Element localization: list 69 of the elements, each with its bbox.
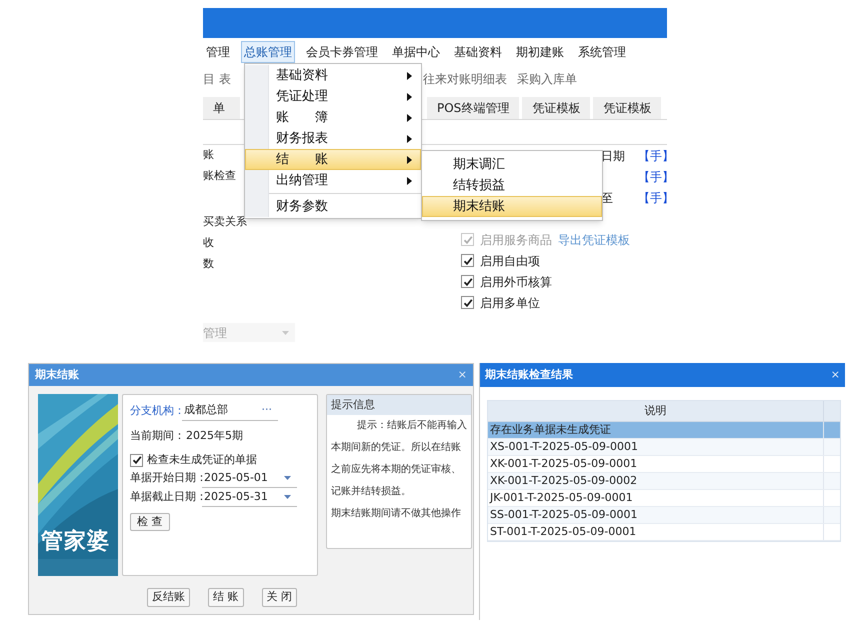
hint-text: 提示：结账后不能再输入本期间新的凭证。所以在结账之前应先将本期的凭证审核、记账并结转损益。: [331, 418, 467, 499]
menu-item[interactable]: 凭证处理: [245, 86, 421, 107]
toolbar-link[interactable]: 往来对账明细表: [423, 70, 507, 88]
checkbox-label: 启用外币核算: [480, 274, 552, 290]
dropdown-caret-icon[interactable]: [284, 495, 291, 499]
submenu-arrow-icon: [407, 114, 412, 122]
manual-link[interactable]: 【手】: [638, 146, 667, 164]
menu-item[interactable]: 期末结账: [422, 196, 602, 217]
checkbox-label: 检查未生成凭证的单据: [147, 452, 257, 468]
checkbox[interactable]: [461, 296, 474, 309]
field-label: 当前期间：: [130, 428, 186, 444]
setting-label: 账: [203, 147, 214, 164]
dropdown-caret-icon[interactable]: [284, 476, 291, 480]
logo-text: 管家婆: [41, 528, 110, 556]
menu-bar-item[interactable]: 总账管理: [241, 41, 295, 63]
toolbar-link[interactable]: 采购入库单: [517, 70, 577, 88]
manual-link[interactable]: 【手】: [638, 188, 667, 206]
menu-bar-item[interactable]: 系统管理: [575, 41, 629, 63]
submenu-arrow-icon: [407, 72, 412, 80]
checkbox-label: 启用多单位: [480, 294, 540, 312]
branch-field[interactable]: 成都总部 ···: [182, 401, 278, 421]
menu-item[interactable]: 账 簿: [245, 107, 421, 128]
menu-bar-item[interactable]: 单据中心: [389, 41, 443, 63]
menu-item[interactable]: 财务报表: [245, 128, 421, 149]
dialog-title: 期末结账检查结果: [485, 366, 573, 383]
date-field[interactable]: 2025-05-01: [202, 470, 297, 488]
date-field[interactable]: 2025-05-31: [202, 488, 297, 506]
tab[interactable]: 凭证模板: [593, 97, 662, 119]
menu-item[interactable]: 结转损益: [422, 175, 602, 196]
hint-text: 期末结账期间请不做其他操作: [331, 506, 462, 521]
menu-bar-item[interactable]: 管理: [203, 41, 233, 63]
menu-item[interactable]: 财务参数: [245, 196, 421, 217]
checkbox[interactable]: [461, 254, 474, 267]
close-button[interactable]: ×: [830, 366, 840, 384]
dialog-button[interactable]: 反结账: [147, 588, 190, 607]
setting-label: 收: [203, 235, 214, 252]
tab[interactable]: 单: [203, 97, 240, 119]
field-label: 分支机构：: [130, 402, 182, 419]
field-label: 单据截止日期：: [130, 489, 202, 506]
setting-label: 账检查: [203, 168, 236, 184]
menu-bar-item[interactable]: 会员卡券管理: [303, 41, 381, 63]
dialog-button[interactable]: 结 账: [208, 588, 244, 607]
submenu-arrow-icon: [407, 156, 412, 164]
menu-item[interactable]: 结 账: [245, 149, 421, 170]
menu-item[interactable]: 出纳管理: [245, 170, 421, 191]
field-label: 单据开始日期：: [130, 470, 202, 486]
tab[interactable]: 凭证模板: [522, 97, 590, 119]
check-button[interactable]: 检 查: [130, 513, 170, 531]
menu-bar-item[interactable]: 期初建账: [513, 41, 567, 63]
menu-item[interactable]: 期末调汇: [422, 154, 602, 175]
setting-label: 数: [203, 256, 214, 272]
submenu-arrow-icon: [407, 134, 412, 142]
dialog-title: 期末结账: [35, 366, 79, 383]
manual-link[interactable]: 【手】: [638, 168, 667, 186]
hint-title: 提示信息: [331, 396, 375, 413]
dialog-button[interactable]: 关 闭: [262, 588, 297, 607]
tab[interactable]: POS终端管理: [427, 97, 520, 119]
checkbox[interactable]: [130, 454, 143, 466]
menu-bar-item[interactable]: 基础资料: [451, 41, 505, 63]
more-button[interactable]: ···: [262, 402, 272, 419]
setting-label: 日期: [601, 148, 625, 162]
period-value: 2025年5期: [186, 428, 243, 444]
submenu-arrow-icon: [407, 92, 412, 100]
checkbox[interactable]: [461, 275, 474, 288]
menu-item[interactable]: 基础资料: [245, 65, 421, 86]
checkbox-label: 启用自由项: [480, 252, 540, 270]
submenu-arrow-icon: [407, 176, 412, 184]
column-header: 说明: [488, 401, 824, 421]
checkbox-label: 启用服务商品: [480, 232, 552, 248]
